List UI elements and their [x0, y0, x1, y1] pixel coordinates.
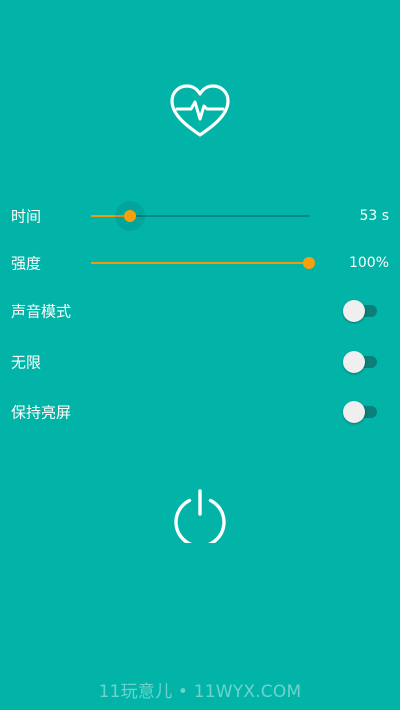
setting-row-keep-screen-on: 保持亮屏	[0, 392, 400, 432]
time-slider-thumb[interactable]	[124, 210, 137, 222]
sound-mode-label: 声音模式	[11, 302, 72, 321]
sound-mode-toggle-thumb	[343, 300, 365, 322]
keep-screen-on-toggle[interactable]	[343, 401, 377, 423]
setting-row-sound-mode: 声音模式	[0, 291, 400, 331]
keep-screen-on-label: 保持亮屏	[11, 403, 72, 422]
time-value: 53 s	[359, 208, 389, 224]
intensity-slider-fill	[91, 262, 309, 264]
unlimited-toggle[interactable]	[343, 351, 377, 373]
setting-row-time: 时间 53 s	[0, 196, 400, 236]
unlimited-label: 无限	[11, 353, 42, 372]
intensity-label: 强度	[11, 254, 42, 273]
time-slider[interactable]	[91, 201, 309, 231]
power-button[interactable]	[172, 487, 228, 548]
setting-row-intensity: 强度 100%	[0, 243, 400, 283]
heart-pulse-icon	[170, 84, 230, 137]
keep-screen-on-toggle-thumb	[343, 401, 365, 423]
intensity-slider[interactable]	[91, 251, 315, 275]
sound-mode-toggle[interactable]	[343, 300, 377, 322]
intensity-value: 100%	[348, 255, 389, 271]
setting-row-unlimited: 无限	[0, 342, 400, 382]
unlimited-toggle-thumb	[343, 351, 365, 373]
intensity-slider-thumb[interactable]	[303, 257, 315, 269]
power-icon	[174, 489, 226, 548]
time-label: 时间	[11, 207, 42, 226]
watermark-text: 11玩意儿 • 11WYX.COM	[98, 682, 302, 702]
